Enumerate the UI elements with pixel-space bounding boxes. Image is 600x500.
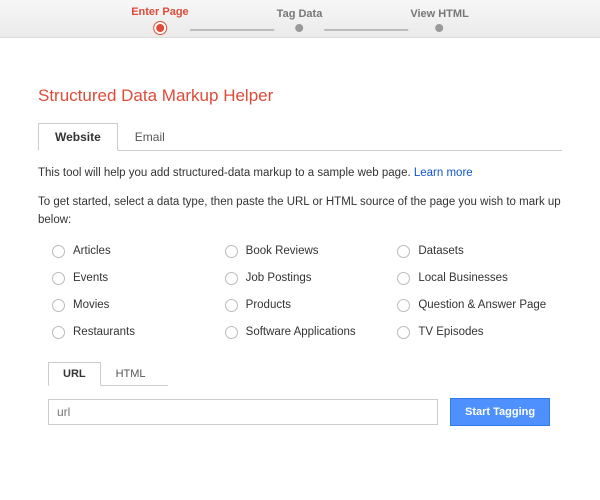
intro-text: This tool will help you add structured-d…	[38, 165, 562, 182]
radio-icon	[225, 272, 238, 285]
type-label: Products	[246, 299, 291, 311]
type-tv-episodes[interactable]: TV Episodes	[397, 326, 562, 339]
radio-icon	[52, 245, 65, 258]
step-label: Enter Page	[131, 6, 188, 18]
step-label: View HTML	[410, 8, 468, 20]
type-label: Events	[73, 272, 108, 284]
type-question-answer[interactable]: Question & Answer Page	[397, 299, 562, 312]
step-label: Tag Data	[277, 8, 323, 20]
type-label: TV Episodes	[418, 326, 483, 338]
tab-website[interactable]: Website	[38, 123, 118, 151]
step-tag-data[interactable]: Tag Data	[277, 8, 323, 32]
type-products[interactable]: Products	[225, 299, 390, 312]
type-movies[interactable]: Movies	[52, 299, 217, 312]
page-title: Structured Data Markup Helper	[38, 86, 562, 106]
radio-icon	[397, 299, 410, 312]
start-tagging-button[interactable]: Start Tagging	[450, 398, 550, 426]
input-mode-tabs: URL HTML	[48, 361, 168, 386]
radio-icon	[225, 245, 238, 258]
intro-body: This tool will help you add structured-d…	[38, 167, 414, 179]
radio-icon	[397, 245, 410, 258]
type-label: Job Postings	[246, 272, 312, 284]
step-enter-page[interactable]: Enter Page	[131, 6, 188, 34]
radio-icon	[52, 326, 65, 339]
type-software-apps[interactable]: Software Applications	[225, 326, 390, 339]
type-label: Question & Answer Page	[418, 299, 546, 311]
type-label: Local Businesses	[418, 272, 508, 284]
type-local-businesses[interactable]: Local Businesses	[397, 272, 562, 285]
tab-email[interactable]: Email	[118, 123, 182, 151]
source-tabs: Website Email	[38, 122, 562, 151]
type-restaurants[interactable]: Restaurants	[52, 326, 217, 339]
step-connector	[324, 29, 408, 31]
subtab-url[interactable]: URL	[48, 362, 101, 386]
radio-icon	[225, 326, 238, 339]
radio-icon	[52, 272, 65, 285]
data-type-grid: Articles Book Reviews Datasets Events Jo…	[38, 245, 562, 339]
type-label: Movies	[73, 299, 109, 311]
type-label: Software Applications	[246, 326, 356, 338]
type-label: Articles	[73, 245, 111, 257]
radio-icon	[397, 326, 410, 339]
radio-icon	[225, 299, 238, 312]
step-dot-icon	[436, 24, 444, 32]
type-articles[interactable]: Articles	[52, 245, 217, 258]
type-label: Restaurants	[73, 326, 135, 338]
radio-icon	[397, 272, 410, 285]
main-content: Structured Data Markup Helper Website Em…	[0, 38, 600, 426]
progress-bar: Enter Page Tag Data View HTML	[0, 0, 600, 38]
type-label: Book Reviews	[246, 245, 319, 257]
step-dot-icon	[295, 24, 303, 32]
url-input[interactable]	[48, 399, 438, 425]
learn-more-link[interactable]: Learn more	[414, 167, 473, 179]
input-row: Start Tagging	[38, 398, 562, 426]
type-book-reviews[interactable]: Book Reviews	[225, 245, 390, 258]
subtab-html[interactable]: HTML	[101, 362, 161, 386]
type-label: Datasets	[418, 245, 463, 257]
radio-icon	[52, 299, 65, 312]
description-text: To get started, select a data type, then…	[38, 194, 562, 229]
step-dot-icon	[154, 22, 166, 34]
type-datasets[interactable]: Datasets	[397, 245, 562, 258]
step-connector	[191, 29, 275, 31]
step-view-html[interactable]: View HTML	[410, 8, 468, 32]
type-events[interactable]: Events	[52, 272, 217, 285]
type-job-postings[interactable]: Job Postings	[225, 272, 390, 285]
